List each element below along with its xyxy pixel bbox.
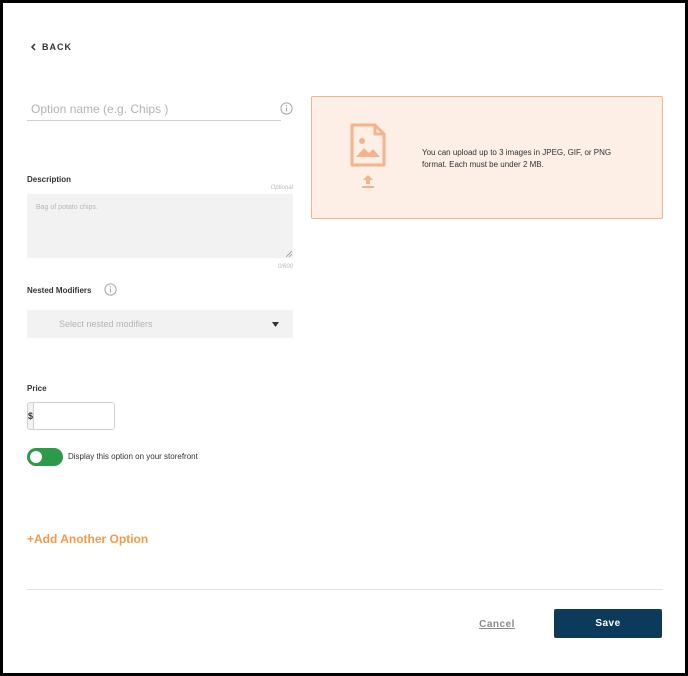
optional-label: Optional bbox=[270, 185, 293, 191]
storefront-toggle-label: Display this option on your storefront bbox=[68, 452, 198, 461]
save-button[interactable]: Save bbox=[554, 609, 662, 638]
resize-handle-icon[interactable] bbox=[285, 250, 292, 257]
image-file-icon bbox=[350, 123, 386, 167]
footer-divider bbox=[27, 589, 663, 590]
upload-arrow-icon bbox=[362, 175, 374, 188]
image-upload-dropzone[interactable]: You can upload up to 3 images in JPEG, G… bbox=[311, 96, 663, 219]
nested-modifiers-placeholder: Select nested modifiers bbox=[59, 319, 153, 329]
option-name-input[interactable] bbox=[27, 97, 281, 121]
back-label: BACK bbox=[42, 42, 72, 52]
nested-modifiers-select[interactable]: Select nested modifiers bbox=[27, 310, 293, 338]
storefront-toggle[interactable] bbox=[27, 448, 63, 466]
upload-instructions: You can upload up to 3 images in JPEG, G… bbox=[422, 148, 612, 169]
character-count: 0/600 bbox=[277, 264, 293, 270]
nested-modifiers-label: Nested Modifiers bbox=[27, 286, 92, 295]
description-textarea[interactable] bbox=[27, 194, 293, 258]
info-icon[interactable] bbox=[280, 102, 293, 115]
caret-down-icon bbox=[272, 322, 279, 327]
info-icon[interactable] bbox=[104, 283, 117, 296]
toggle-knob bbox=[30, 451, 42, 463]
description-label: Description bbox=[27, 175, 72, 184]
add-another-option-link[interactable]: +Add Another Option bbox=[27, 532, 148, 546]
chevron-left-icon bbox=[30, 43, 36, 51]
price-field: $ bbox=[27, 402, 115, 430]
cancel-button[interactable]: Cancel bbox=[473, 615, 521, 633]
price-label: Price bbox=[27, 384, 47, 393]
back-link[interactable]: BACK bbox=[30, 42, 72, 52]
modal-frame: BACK You can upload up to 3 images in JP… bbox=[0, 0, 688, 676]
price-input[interactable] bbox=[34, 403, 114, 429]
